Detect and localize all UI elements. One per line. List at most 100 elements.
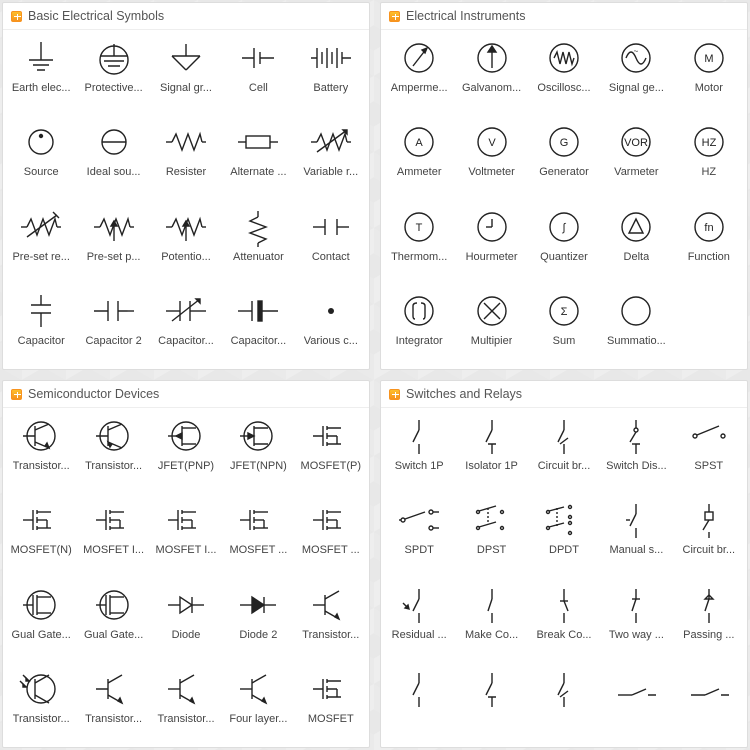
symbol-item[interactable] (383, 665, 455, 747)
symbol-item[interactable]: MMotor (673, 34, 745, 116)
symbol-item[interactable]: Resister (150, 118, 222, 200)
symbol-item[interactable]: Gual Gate... (77, 581, 149, 663)
symbol-label: Transistor... (302, 629, 359, 641)
symbol-item[interactable]: ∫Quantizer (528, 203, 600, 285)
symbol-item[interactable]: Signal gr... (150, 34, 222, 116)
circle-blank-icon (612, 291, 660, 331)
panel-header[interactable]: Electrical Instruments (381, 3, 747, 30)
symbol-item[interactable]: Amperme... (383, 34, 455, 116)
symbol-item[interactable]: Residual ... (383, 581, 455, 663)
symbol-item[interactable]: Capacitor... (222, 287, 294, 369)
symbol-item[interactable]: Circuit br... (673, 496, 745, 578)
symbol-item[interactable]: Protective... (77, 34, 149, 116)
symbol-item[interactable]: MOSFET(P) (295, 412, 367, 494)
symbol-label: Passing ... (683, 629, 734, 641)
symbol-item[interactable]: AAmmeter (383, 118, 455, 200)
symbol-item[interactable]: Capacitor (5, 287, 77, 369)
symbol-item[interactable]: DPST (455, 496, 527, 578)
symbol-item[interactable]: Cell (222, 34, 294, 116)
symbol-item[interactable]: MOSFET (295, 665, 367, 747)
panel-header[interactable]: Basic Electrical Symbols (3, 3, 369, 30)
switch-low-icon (685, 669, 733, 709)
symbol-item[interactable]: Variable r... (295, 118, 367, 200)
symbol-item[interactable]: Hourmeter (455, 203, 527, 285)
symbol-item[interactable]: Diode (150, 581, 222, 663)
symbol-item[interactable]: Multipier (455, 287, 527, 369)
symbol-item[interactable]: Circuit br... (528, 412, 600, 494)
symbol-item[interactable]: Gual Gate... (5, 581, 77, 663)
symbol-item[interactable]: Contact (295, 203, 367, 285)
symbol-item[interactable] (600, 665, 672, 747)
symbol-item[interactable]: Transistor... (5, 665, 77, 747)
earth-prot-icon (90, 38, 138, 78)
potentio-icon (162, 207, 210, 247)
symbol-item[interactable]: HZHZ (673, 118, 745, 200)
symbol-item[interactable]: ΣSum (528, 287, 600, 369)
symbol-item[interactable]: Transistor... (150, 665, 222, 747)
symbol-item[interactable]: Delta (600, 203, 672, 285)
symbol-item[interactable]: Attenuator (222, 203, 294, 285)
battery-icon (307, 38, 355, 78)
symbol-item[interactable]: Transistor... (5, 412, 77, 494)
symbol-item[interactable]: MOSFET ... (222, 496, 294, 578)
symbol-item[interactable]: Capacitor 2 (77, 287, 149, 369)
symbol-label: MOSFET(P) (301, 460, 362, 472)
symbol-item[interactable]: Alternate ... (222, 118, 294, 200)
symbol-item[interactable]: Four layer... (222, 665, 294, 747)
symbol-item[interactable]: Break Co... (528, 581, 600, 663)
mosfet-icon (162, 500, 210, 540)
symbol-item[interactable]: Switch 1P (383, 412, 455, 494)
symbol-item[interactable]: Integrator (383, 287, 455, 369)
symbol-item[interactable]: MOSFET I... (77, 496, 149, 578)
symbol-item[interactable]: JFET(NPN) (222, 412, 294, 494)
symbol-item[interactable]: Summatio... (600, 287, 672, 369)
symbol-item[interactable]: Transistor... (77, 412, 149, 494)
symbol-label: DPST (477, 544, 506, 556)
symbol-item[interactable]: TThermom... (383, 203, 455, 285)
symbol-item[interactable]: Ideal sou... (77, 118, 149, 200)
symbol-item[interactable]: Various c... (295, 287, 367, 369)
symbol-item[interactable]: fnFunction (673, 203, 745, 285)
symbol-item[interactable]: JFET(PNP) (150, 412, 222, 494)
panel-header[interactable]: Switches and Relays (381, 381, 747, 408)
symbol-item[interactable]: Earth elec... (5, 34, 77, 116)
switch-break-icon (540, 669, 588, 709)
symbol-item[interactable]: Diode 2 (222, 581, 294, 663)
symbol-item[interactable]: MOSFET I... (150, 496, 222, 578)
symbol-item[interactable]: Switch Dis... (600, 412, 672, 494)
symbol-label: SPST (694, 460, 723, 472)
symbol-item[interactable]: Two way ... (600, 581, 672, 663)
symbol-item[interactable]: Passing ... (673, 581, 745, 663)
symbol-item[interactable]: Pre-set re... (5, 203, 77, 285)
symbol-item[interactable]: Source (5, 118, 77, 200)
symbol-item[interactable]: VVoltmeter (455, 118, 527, 200)
symbol-item[interactable]: Oscillosc... (528, 34, 600, 116)
symbol-label: Sum (553, 335, 576, 347)
symbol-item[interactable]: GGenerator (528, 118, 600, 200)
symbol-item[interactable] (673, 665, 745, 747)
symbol-item[interactable]: Battery (295, 34, 367, 116)
symbol-item[interactable]: SPST (673, 412, 745, 494)
symbol-item[interactable]: Transistor... (295, 581, 367, 663)
symbol-item[interactable]: Transistor... (77, 665, 149, 747)
symbol-item[interactable]: Potentio... (150, 203, 222, 285)
symbol-label: Function (688, 251, 730, 263)
symbol-item[interactable]: Isolator 1P (455, 412, 527, 494)
symbol-item[interactable]: Pre-set p... (77, 203, 149, 285)
symbol-item[interactable]: Manual s... (600, 496, 672, 578)
symbol-item[interactable]: SPDT (383, 496, 455, 578)
palette-grid: Basic Electrical Symbols Earth elec...Pro… (0, 0, 750, 750)
switch-disconn-icon (612, 416, 660, 456)
symbol-item[interactable]: MOSFET(N) (5, 496, 77, 578)
symbol-item[interactable]: Galvanom... (455, 34, 527, 116)
symbol-label: Transistor... (85, 713, 142, 725)
symbol-item[interactable]: DPDT (528, 496, 600, 578)
symbol-item[interactable]: Capacitor... (150, 287, 222, 369)
symbol-item[interactable]: MOSFET ... (295, 496, 367, 578)
symbol-item[interactable]: VORVarmeter (600, 118, 672, 200)
symbol-item[interactable] (528, 665, 600, 747)
symbol-item[interactable]: ~Signal ge... (600, 34, 672, 116)
symbol-item[interactable]: Make Co... (455, 581, 527, 663)
panel-header[interactable]: Semiconductor Devices (3, 381, 369, 408)
symbol-item[interactable] (455, 665, 527, 747)
